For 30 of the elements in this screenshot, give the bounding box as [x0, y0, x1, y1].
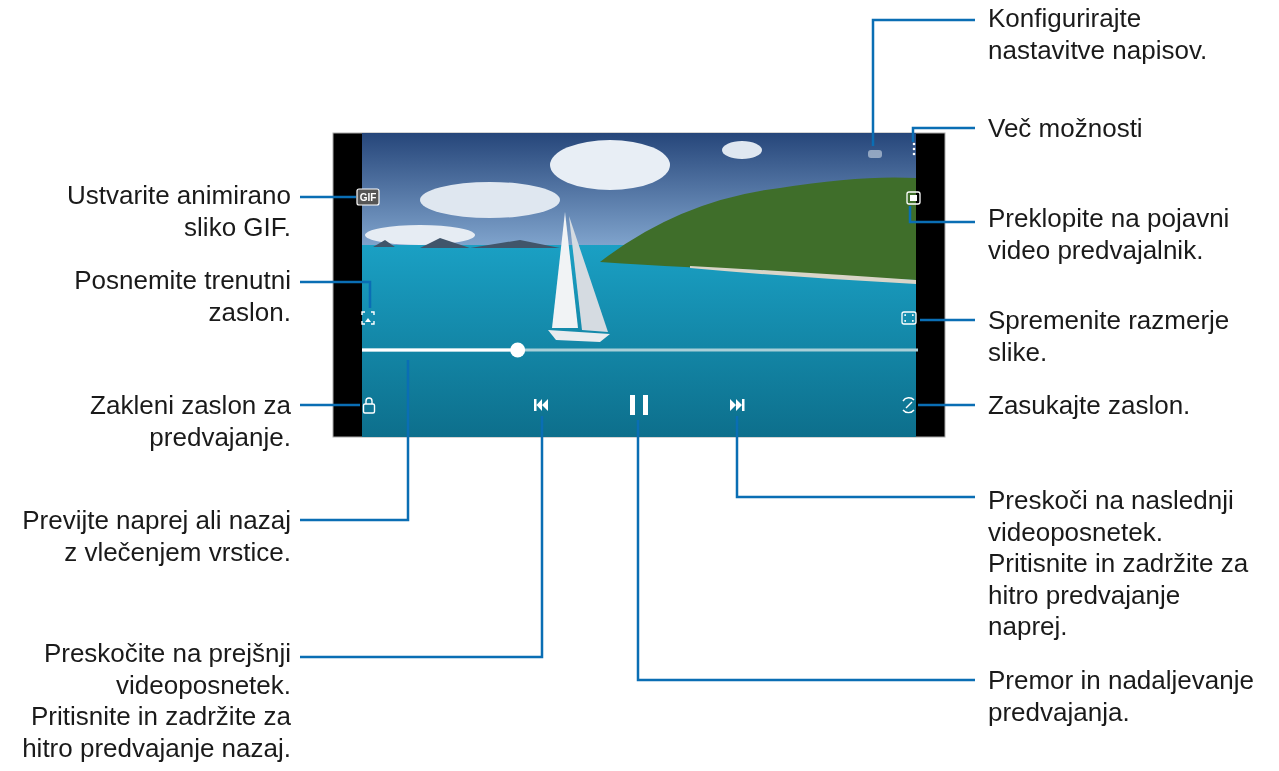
- next-icon[interactable]: [730, 399, 745, 411]
- callout-text: Preklopite na pojavni video predvajalnik.: [988, 203, 1230, 266]
- progress-bar[interactable]: [362, 342, 918, 358]
- callout-text: Previjte naprej ali nazaj z vlečenjem vrstice.: [22, 505, 291, 568]
- callout-text: Konfigurirajte nastavitve napisov.: [988, 3, 1208, 66]
- previous-icon[interactable]: [534, 399, 548, 411]
- captions-icon[interactable]: [868, 150, 882, 158]
- leader-line: [920, 318, 975, 322]
- gif-button[interactable]: GIF: [356, 188, 380, 206]
- callout-text: Posnemite trenutni zaslon.: [74, 265, 291, 328]
- leader-line: [918, 403, 975, 407]
- more-options-icon[interactable]: [912, 142, 916, 156]
- callout-text: Preskočite na prejšnji videoposnetek. Pritisnite in zadržite za hitro predvajanje nazaj.: [22, 638, 291, 764]
- leader-line: [300, 280, 372, 308]
- leader-line: [908, 206, 975, 224]
- rotate-icon[interactable]: [902, 397, 915, 414]
- callout-text: Zasukajte zaslon.: [988, 390, 1191, 422]
- aspect-ratio-icon[interactable]: [901, 311, 917, 325]
- callout-text: Zakleni zaslon za predvajanje.: [90, 390, 291, 453]
- popup-player-icon[interactable]: [906, 191, 921, 205]
- leader-line: [300, 195, 356, 199]
- callout-text: Ustvarite animirano sliko GIF.: [67, 180, 291, 243]
- lock-icon[interactable]: [362, 397, 376, 414]
- callout-text: Preskoči na naslednji videoposnetek. Pritisnite in zadržite za hitro predvajanje naprej.: [988, 485, 1249, 643]
- callout-text: Premor in nadaljevanje predvajanja.: [988, 665, 1254, 728]
- progress-thumb[interactable]: [510, 342, 526, 358]
- callout-text: Spremenite razmerje slike.: [988, 305, 1230, 368]
- screenshot-icon[interactable]: [361, 311, 375, 325]
- pause-icon[interactable]: [630, 395, 648, 415]
- callout-text: Več možnosti: [988, 113, 1143, 145]
